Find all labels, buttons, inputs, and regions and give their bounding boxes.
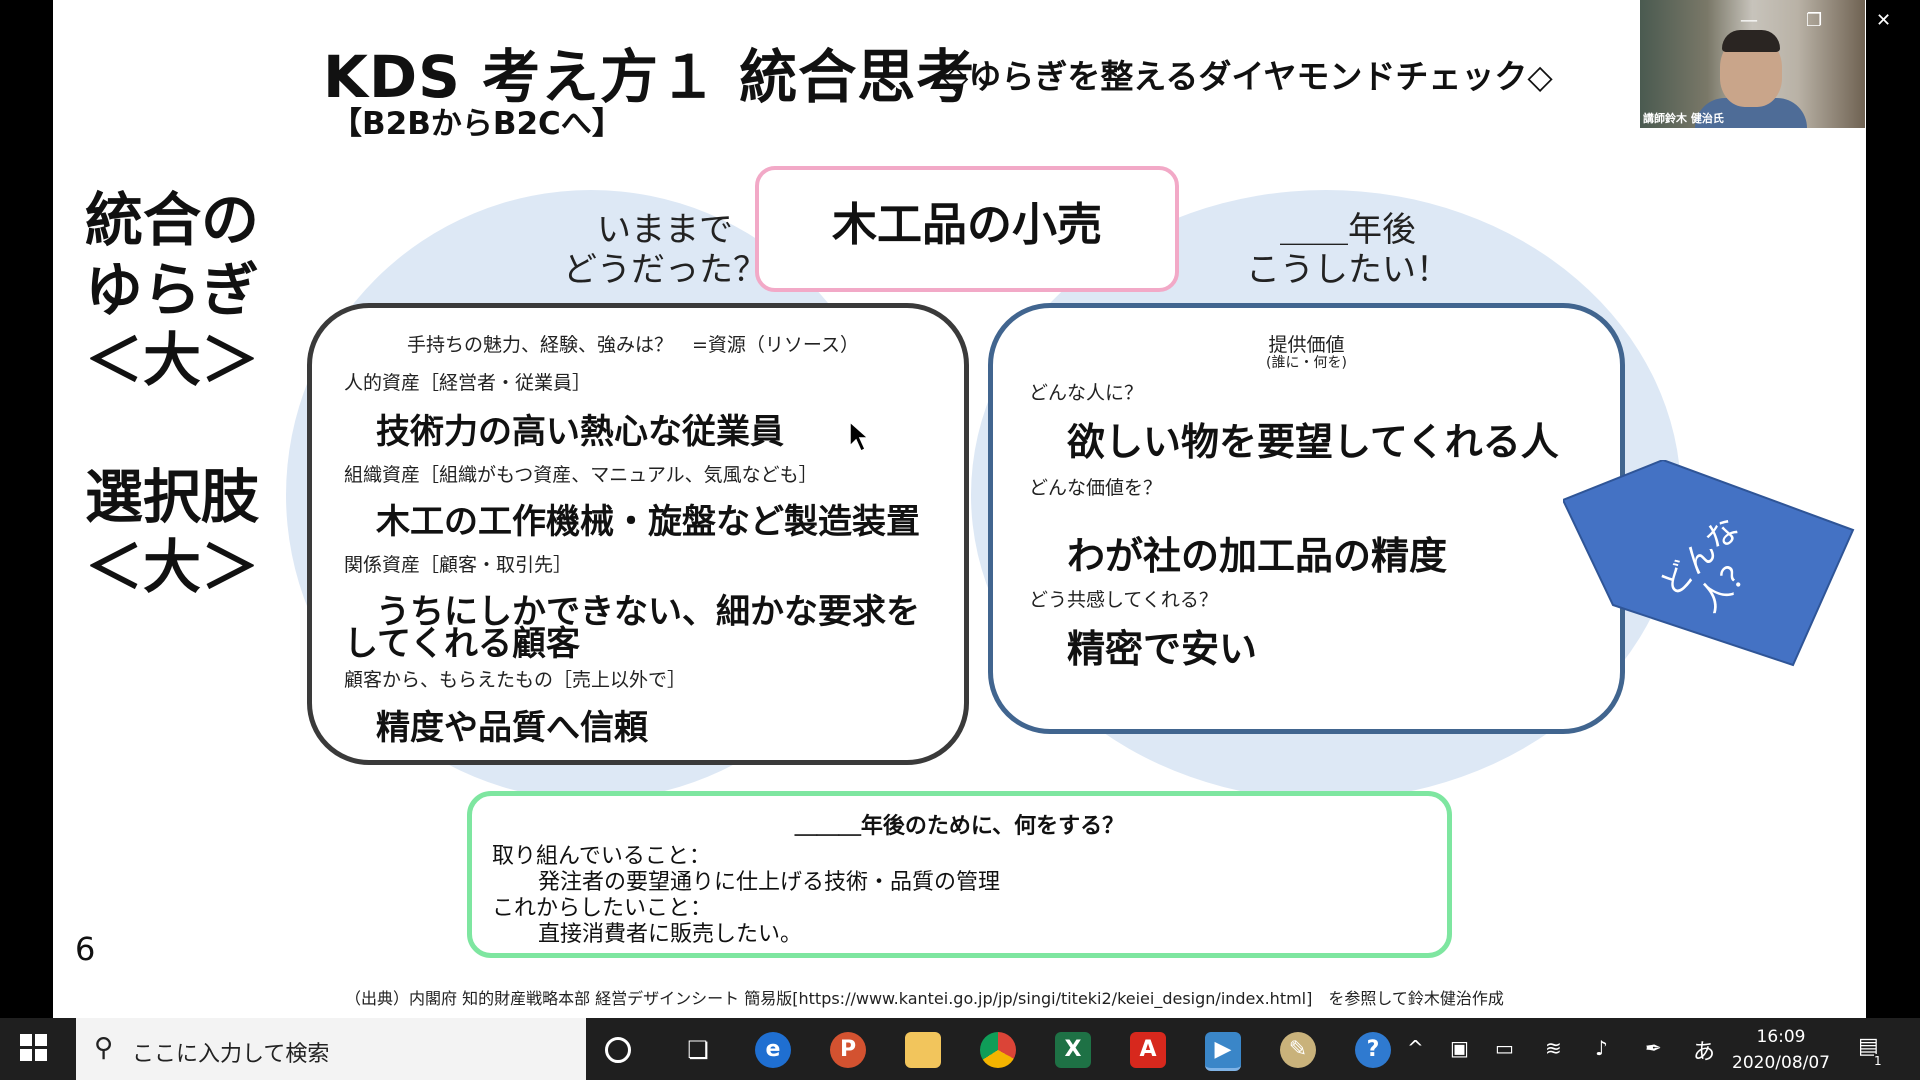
org-assets-label: 組織資産［組織がもつ資産、マニュアル、気風なども］ — [344, 464, 818, 486]
target-value: 欲しい物を要望してくれる人 — [1067, 420, 1559, 464]
value-proposition-box: 提供価値 (誰に・何を) どんな人に？ 欲しい物を要望してくれる人 どんな価値を… — [988, 303, 1625, 734]
video-person-hair — [1722, 30, 1780, 52]
taskbar-clock[interactable]: 16:09 2020/08/07 — [1732, 1024, 1830, 1076]
acrobat-icon[interactable]: A — [1130, 1032, 1166, 1068]
clock-time: 16:09 — [1756, 1027, 1806, 1047]
presentation-slide: KDS 考え方１ 統合思考 ◇ゆらぎを整えるダイヤモンドチェック◇ 【B2Bから… — [53, 0, 1866, 1018]
cortana-icon[interactable] — [605, 1037, 631, 1063]
powerpoint-icon[interactable]: P — [830, 1032, 866, 1068]
close-button[interactable]: ✕ — [1876, 10, 1891, 31]
chrome-icon[interactable] — [980, 1032, 1016, 1068]
paint-icon[interactable]: ✎ — [1280, 1032, 1316, 1068]
search-placeholder: ここに入力して検索 — [132, 1042, 330, 1067]
label-line: ＜大＞ — [85, 326, 260, 394]
header-line: ＿＿年後 — [1280, 210, 1416, 250]
relation-assets-value-2: してくれる顧客 — [344, 624, 580, 664]
label-choices: 選択肢 ＜大＞ — [85, 462, 259, 602]
excel-icon[interactable]: X — [1055, 1032, 1091, 1068]
org-assets-value: 木工の工作機械・旋盤など製造装置 — [376, 502, 920, 542]
file-explorer-icon[interactable] — [905, 1032, 941, 1068]
label-line: 選択肢 — [85, 463, 260, 531]
help-icon[interactable]: ? — [1355, 1032, 1391, 1068]
wifi-icon[interactable]: ≋ — [1545, 1036, 1562, 1060]
label-line: ＜大＞ — [85, 533, 260, 601]
slide-subtitle-b2b: 【B2BからB2Cへ】 — [331, 106, 623, 142]
product-box: 木工品の小売 — [755, 166, 1179, 292]
notification-count: 1 — [1874, 1054, 1882, 1068]
customer-gains-value: 精度や品質へ信頼 — [376, 708, 648, 748]
chevron-up-icon[interactable]: ^ — [1407, 1036, 1424, 1060]
windows-start-icon[interactable] — [20, 1034, 48, 1062]
ime-indicator[interactable]: あ — [1693, 1034, 1715, 1066]
pen-icon[interactable]: ✒ — [1645, 1036, 1662, 1060]
minimize-button[interactable]: — — [1740, 10, 1758, 31]
who-pentagon: どんな 人？ — [1563, 460, 1855, 667]
volume-icon[interactable]: ♪ — [1595, 1036, 1608, 1060]
edge-icon[interactable]: e — [755, 1032, 791, 1068]
action-future-value: 直接消費者に販売したい。 — [538, 922, 803, 947]
right-header: ＿＿年後 こうしたい！ — [1188, 210, 1508, 290]
taskbar-search-box[interactable]: ⚲ ここに入力して検索 — [76, 1018, 586, 1080]
task-view-icon[interactable]: ❏ — [680, 1032, 716, 1068]
restore-button[interactable]: ❐ — [1806, 10, 1822, 31]
action-heading: ＿＿＿年後のために、何をする？ — [794, 814, 1125, 839]
mouse-cursor-icon — [849, 420, 870, 453]
resources-box: 手持ちの魅力、経験、強みは？ =資源（リソース） 人的資産［経営者・従業員］ 技… — [307, 303, 969, 765]
value-label: どんな価値を？ — [1029, 477, 1163, 499]
label-line: ゆらぎ — [85, 256, 260, 324]
action-box: ＿＿＿年後のために、何をする？ 取り組んでいること： 発注者の要望通りに仕上げる… — [467, 791, 1452, 958]
customer-gains-label: 顧客から、もらえたもの［売上以外で］ — [344, 669, 687, 691]
label-line: 統合の — [85, 186, 260, 254]
human-assets-label: 人的資産［経営者・従業員］ — [344, 372, 592, 394]
label-integration-fluctuation: 統合の ゆらぎ ＜大＞ — [85, 185, 259, 395]
participant-name: 講師鈴木 健治氏 — [1643, 112, 1724, 125]
screenshot-icon[interactable]: ▣ — [1450, 1036, 1469, 1060]
search-icon: ⚲ — [94, 1033, 114, 1063]
product-label: 木工品の小売 — [831, 198, 1102, 251]
human-assets-value: 技術力の高い熱心な従業員 — [376, 412, 784, 452]
slide-subtitle: ◇ゆらぎを整えるダイヤモンドチェック◇ — [943, 57, 1553, 96]
value-value: わが社の加工品の精度 — [1067, 534, 1448, 578]
empathy-value: 精密で安い — [1067, 627, 1258, 671]
relation-assets-label: 関係資産［顧客・取引先］ — [344, 554, 573, 576]
empathy-label: どう共感してくれる？ — [1029, 589, 1218, 611]
resources-intro: 手持ちの魅力、経験、強みは？ =資源（リソース） — [407, 334, 859, 356]
header-line: こうしたい！ — [1246, 250, 1450, 290]
value-heading-note: (誰に・何を) — [1266, 355, 1347, 371]
clock-date: 2020/08/07 — [1732, 1053, 1830, 1073]
media-player-icon[interactable]: ▶ — [1205, 1032, 1241, 1071]
windows-taskbar: ⚲ ここに入力して検索 ❏ e P X A ▶ ✎ ? ^ ▣ ▭ ≋ ♪ ✒ … — [0, 1018, 1920, 1080]
battery-icon[interactable]: ▭ — [1495, 1036, 1514, 1060]
target-label: どんな人に？ — [1029, 382, 1144, 404]
source-citation: （出典）内閣府 知的財産戦略本部 経営デザインシート 簡易版[https://w… — [345, 989, 1504, 1008]
page-number: 6 — [75, 930, 96, 968]
